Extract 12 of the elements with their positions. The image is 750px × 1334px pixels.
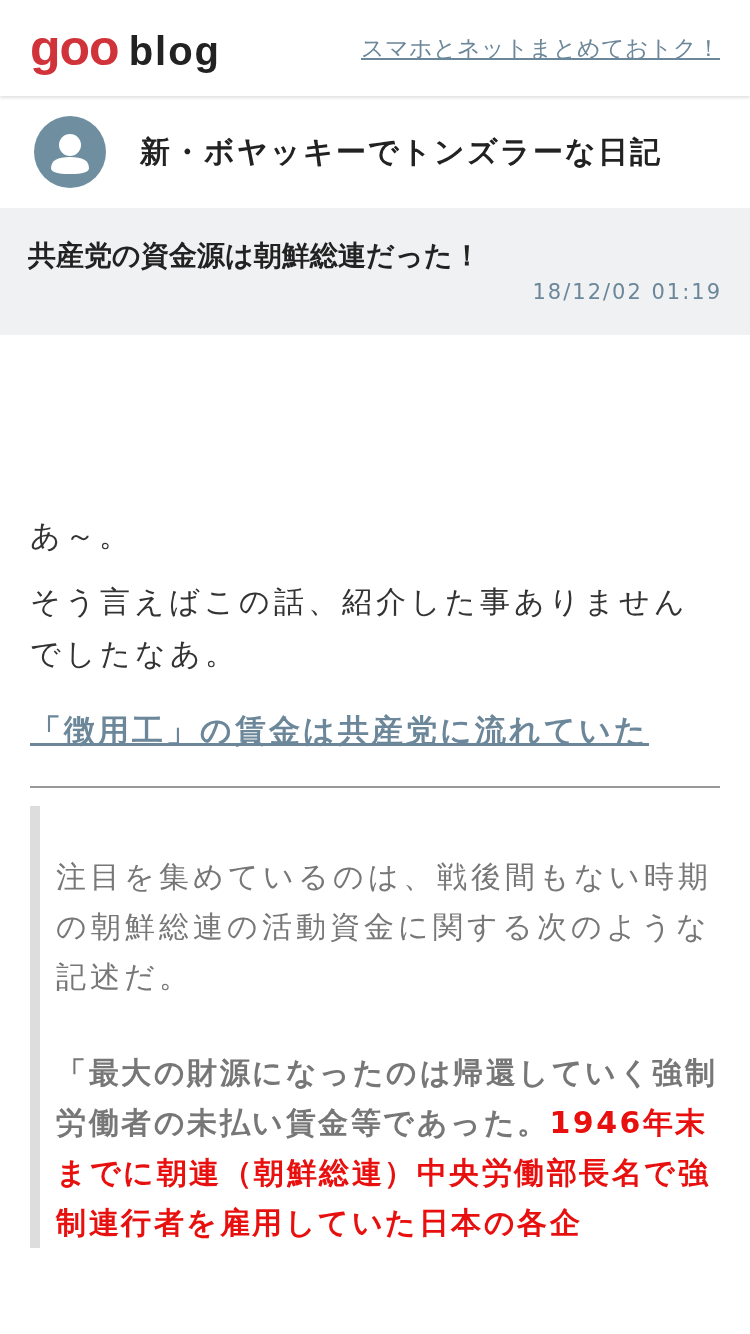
- quote-paragraph: 注目を集めているのは、戦後間もない時期の朝鮮総連の活動資金に関する次のような記述だ。: [56, 858, 713, 996]
- promo-link[interactable]: スマホとネットまとめておトク！: [361, 32, 720, 64]
- entry-title: 共産党の資金源は朝鮮総連だった！: [28, 238, 482, 274]
- logo[interactable]: goo: [30, 22, 119, 73]
- paragraph: あ～。: [30, 517, 134, 555]
- avatar-icon: [34, 116, 106, 188]
- entry-date: 18/12/02 01:19: [531, 280, 722, 304]
- paragraph: そう言えばこの話、紹介した事ありませんでしたなあ。: [30, 583, 690, 673]
- logo-suffix: blog: [128, 28, 222, 74]
- article-link[interactable]: 「徴用工」の賃金は共産党に流れていた: [30, 702, 720, 758]
- blog-name[interactable]: 新・ボヤッキーでトンズラーな日記: [140, 131, 662, 173]
- quote-paragraph: 「最大の財源になったのは帰還していく強制労働者の未払い賃金等であった。1946年末までに朝連（朝鮮総連）中央労働部長名で強制連行者を雇用していた日本の各企: [56, 1054, 718, 1242]
